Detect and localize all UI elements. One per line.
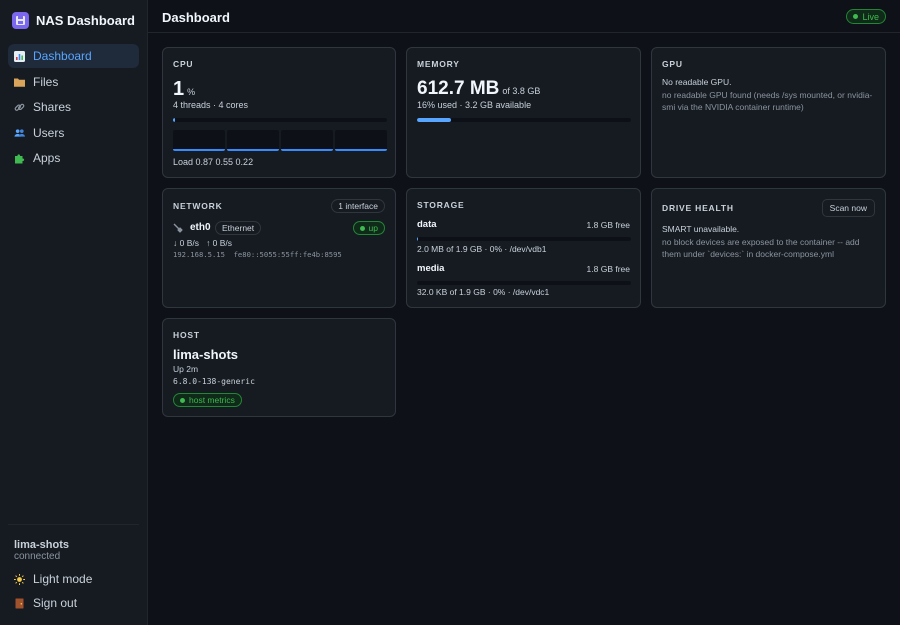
smart-status: SMART unavailable. <box>662 224 740 234</box>
gpu-message: no readable GPU found (needs /sys mounte… <box>662 90 873 113</box>
cpu-card: CPU 1 % 4 threads · 4 cores Load 0.87 0.… <box>162 47 396 178</box>
interface-status: up <box>368 223 378 233</box>
memory-usage-bar <box>417 118 631 122</box>
volume-usage-bar <box>417 237 631 241</box>
users-icon <box>14 127 25 138</box>
sidebar-item-label: Apps <box>33 151 61 165</box>
sidebar-item-files[interactable]: Files <box>8 70 139 94</box>
core-sparkline <box>173 130 225 151</box>
brand: NAS Dashboard <box>12 12 135 29</box>
status-dot-icon <box>180 397 185 403</box>
floppy-disk-icon <box>12 12 29 29</box>
volume-name: data <box>417 219 437 230</box>
cpu-load: Load 0.87 0.55 0.22 <box>173 157 254 167</box>
sidebar-item-label: Dashboard <box>33 49 92 63</box>
sun-icon <box>14 573 25 585</box>
sidebar-item-users[interactable]: Users <box>8 121 139 145</box>
sidebar-footer: lima-shots connected Light mode Sign out <box>8 524 139 610</box>
page-title: Dashboard <box>162 10 230 25</box>
volume-free: 1.8 GB free <box>586 264 630 274</box>
sidebar-item-shares[interactable]: Shares <box>8 95 139 119</box>
link-icon <box>14 102 25 113</box>
live-dot-icon <box>853 14 859 19</box>
connected-host-name: lima-shots <box>14 539 70 551</box>
memory-used: 612.7 MB <box>417 78 500 99</box>
sign-out-button[interactable]: Sign out <box>8 592 139 614</box>
memory-total: of 3.8 GB <box>502 86 541 96</box>
interface-type-badge: Ethernet <box>215 221 262 235</box>
cpu-percent: 1 <box>173 78 185 100</box>
bar-chart-icon <box>14 50 25 62</box>
scan-now-button[interactable]: Scan now <box>821 199 875 217</box>
card-title: MEMORY <box>417 59 460 69</box>
memory-detail: 16% used · 3.2 GB available <box>417 100 532 110</box>
host-uptime: Up 2m <box>173 364 199 374</box>
door-icon <box>14 598 25 609</box>
card-title: STORAGE <box>417 200 465 210</box>
card-title: HOST <box>173 330 200 340</box>
host-name: lima-shots <box>173 347 239 362</box>
sidebar-item-label: Files <box>33 74 59 89</box>
status-dot-icon <box>359 225 365 231</box>
memory-card: MEMORY 612.7 MB of 3.8 GB 16% used · 3.2… <box>406 47 641 178</box>
card-title: CPU <box>173 59 194 69</box>
volume-usage-fill <box>417 237 418 241</box>
interface-count-badge: 1 interface <box>331 199 385 213</box>
storage-card: STORAGE data 1.8 GB free 2.0 MB of 1.9 G… <box>406 188 641 308</box>
volume-detail: 2.0 MB of 1.9 GB · 0% · /dev/vdb1 <box>417 244 547 254</box>
sign-out-label: Sign out <box>33 596 78 610</box>
memory-usage-fill <box>417 118 452 122</box>
sidebar-item-label: Users <box>33 125 65 140</box>
card-title: NETWORK <box>173 201 223 211</box>
host-kernel: 6.8.0-138-generic <box>173 377 255 386</box>
card-title: GPU <box>662 59 683 69</box>
sidebar-item-label: Shares <box>33 100 72 114</box>
sidebar-item-apps[interactable]: Apps <box>8 146 139 170</box>
volume-free: 1.8 GB free <box>586 220 630 230</box>
light-mode-button[interactable]: Light mode <box>8 568 139 590</box>
top-header: Dashboard Live <box>148 0 900 33</box>
sidebar-nav: Dashboard Files Shares Users Apps <box>8 44 139 172</box>
puzzle-icon <box>14 153 25 164</box>
live-badge: Live <box>846 9 886 24</box>
core-sparkline <box>335 130 387 151</box>
host-metrics-badge: host metrics <box>173 393 242 407</box>
sidebar: NAS Dashboard Dashboard Files Shares Use… <box>0 0 148 625</box>
cpu-value: 1 % <box>173 78 195 101</box>
host-card: HOST lima-shots Up 2m 6.8.0-138-generic … <box>162 318 396 417</box>
gpu-status: No readable GPU. <box>662 77 732 87</box>
folder-icon <box>14 76 25 87</box>
volume-name: media <box>417 263 445 274</box>
volume-usage-bar <box>417 281 631 285</box>
host-metrics-label: host metrics <box>189 395 235 405</box>
app-title: NAS Dashboard <box>36 13 135 28</box>
interface-status-badge: up <box>352 221 385 235</box>
drive-health-card: DRIVE HEALTH Scan now SMART unavailable.… <box>651 188 886 308</box>
cpu-unit: % <box>187 87 196 97</box>
volume-detail: 32.0 KB of 1.9 GB · 0% · /dev/vdc1 <box>417 287 550 297</box>
interface-name: eth0 <box>190 222 211 233</box>
sidebar-item-dashboard[interactable]: Dashboard <box>8 44 139 68</box>
smart-message: no block devices are exposed to the cont… <box>662 237 860 260</box>
cpu-detail: 4 threads · 4 cores <box>173 100 249 110</box>
live-label: Live <box>862 11 879 22</box>
interface-rates: ↓ 0 B/s ↑ 0 B/s <box>173 238 233 248</box>
ethernet-plug-icon <box>173 223 183 233</box>
card-title: DRIVE HEALTH <box>662 203 734 213</box>
core-sparkline <box>281 130 333 151</box>
cpu-usage-fill <box>173 118 176 122</box>
core-sparkline <box>227 130 279 151</box>
cpu-usage-bar <box>173 118 387 122</box>
interface-addresses: 192.168.5.15 fe80::5055:55ff:fe4b:8595 <box>173 250 342 259</box>
light-mode-label: Light mode <box>33 572 93 586</box>
connection-status: connected <box>14 551 61 562</box>
gpu-card: GPU No readable GPU. no readable GPU fou… <box>651 47 886 178</box>
memory-value: 612.7 MB of 3.8 GB <box>417 78 540 100</box>
interface-row: eth0 <box>173 222 211 233</box>
network-card: NETWORK 1 interface eth0 Ethernet up ↓ 0… <box>162 188 396 308</box>
